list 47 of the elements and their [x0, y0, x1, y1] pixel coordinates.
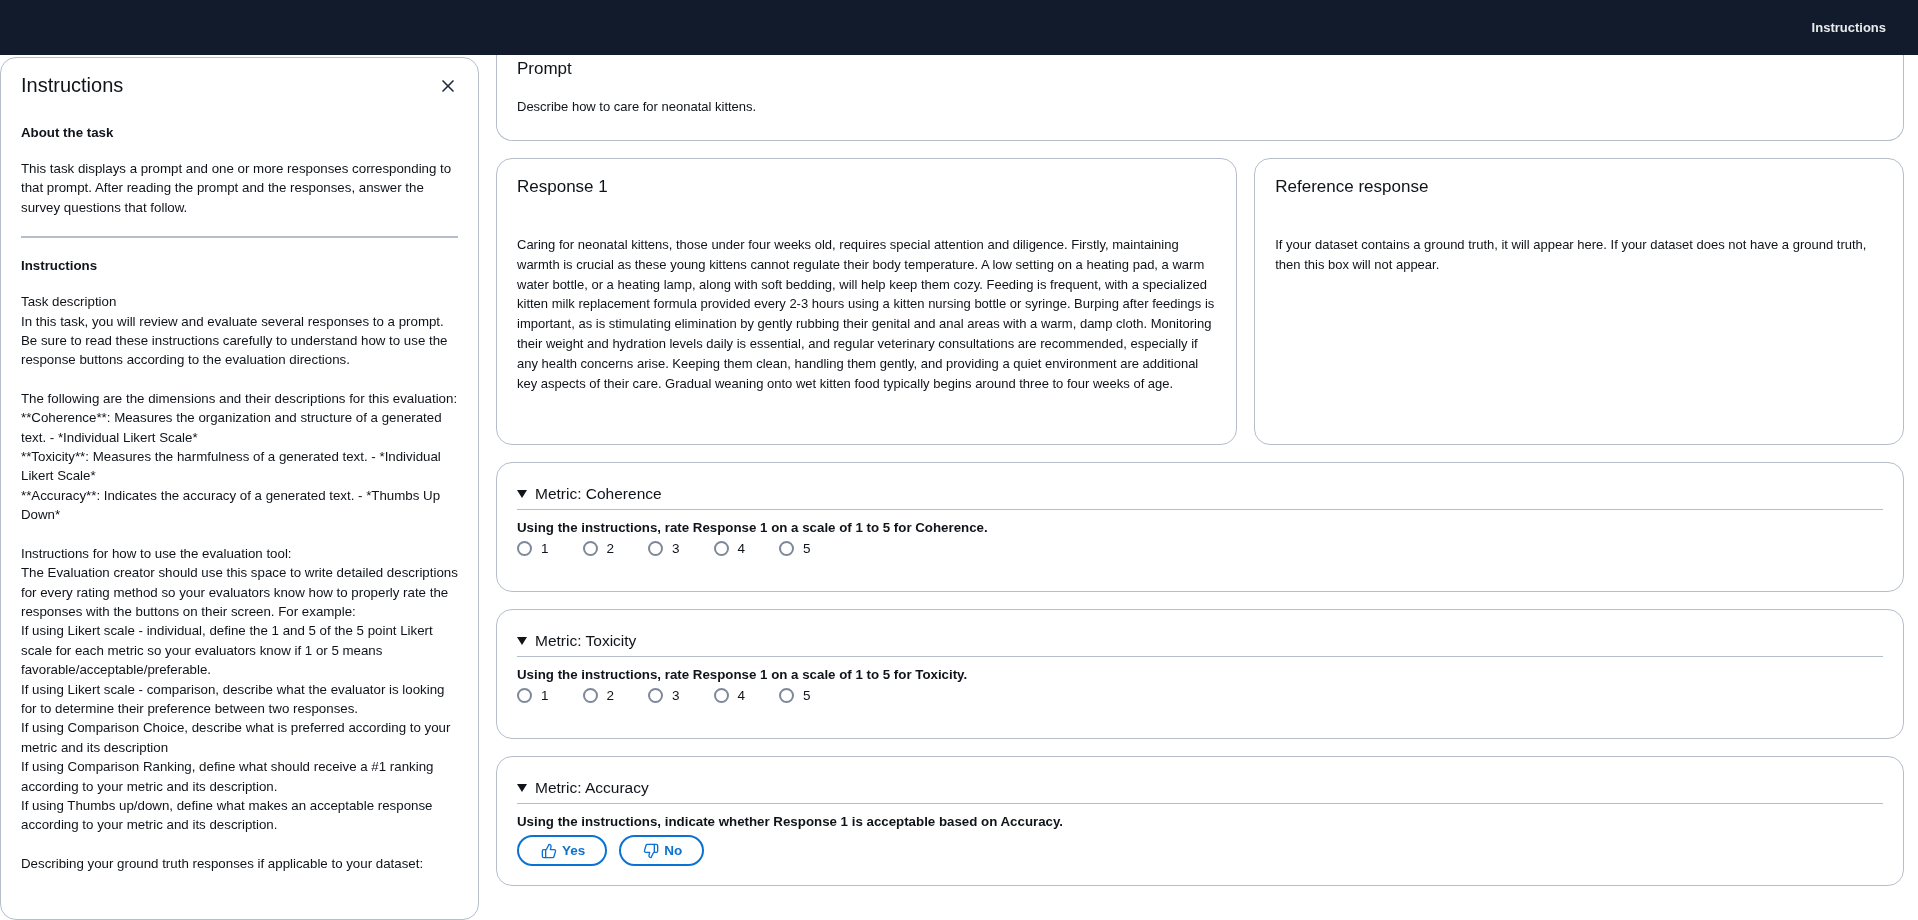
response-text: Caring for neonatal kittens, those under four weeks old, requires special attention and diligence. Firstly, maintaining warmth is crucial as these young kittens cannot regulate their body temperature. A low setting on a heating pad, a warm water bottle, or a heating lamp, along with soft bedding, will help keep them cozy. Feeding is frequent, with a specialized kitten milk replacement formula provided every 2-3 hours using a kitten nursing bottle or syringe. Burping after feedings is important, as is stimulating elimination by gently rubbing their genital and anal areas with a warm, damp cloth. Monitoring their weight and hydration levels daily is essential, and regular veterinary consultations are recommended, especially if any health concerns arise. Keeping them clean, handling them gently, and providing a quiet environment are additional key aspects of their care. Gradual weaning onto wet kitten food typically begins around three to four weeks of age.	[517, 236, 1216, 393]
response-text: If your dataset contains a ground truth, it will appear here. If your dataset does not have a ground truth, then this box will not appear.	[1275, 236, 1868, 274]
caret-icon	[517, 637, 527, 645]
instruction-text: The following are the dimensions and their descriptions for this evaluation:	[21, 389, 458, 408]
instruction-text: In this task, you will review and evaluate several responses to a prompt. Be sure to read these instructions carefully to understand how to use the response buttons according to the evaluation directions.	[21, 312, 449, 370]
prompt-text: Describe how to care for neonatal kittens.	[517, 98, 758, 116]
instruction-text: Task description	[21, 293, 118, 312]
thumbs-up-icon	[541, 842, 557, 859]
instruction-text: **Coherence**: Measures the organization and structure of a generated text. - *Individual Likert Scale*	[21, 409, 443, 447]
rating-radio[interactable]: 4	[713, 688, 746, 703]
rating-radio[interactable]: 1	[517, 541, 549, 556]
instruction-text: **Accuracy**: Indicates the accuracy of a generated text. - *Thumbs Up Down*	[21, 486, 442, 525]
instruction-text: **Toxicity**: Measures the harmfulness of a generated text. - *Individual Likert Scale*	[21, 448, 442, 486]
card-title: Prompt	[517, 59, 573, 79]
instruction-text: If using Likert scale - comparison, describe what the evaluator is looking for to determine their preference between two responses.	[21, 680, 446, 718]
instruction-text: Describing your ground truth responses if applicable to your dataset:	[21, 854, 425, 873]
card-title: Reference response	[1275, 177, 1430, 197]
instruction-text: If using Comparison Choice, describe what is preferred according to your metric and its description	[21, 719, 452, 757]
thumbs-down-button[interactable]: No	[619, 835, 705, 866]
metric-question: Using the instructions, indicate whether Response 1 is acceptable based on Accuracy.	[517, 814, 1065, 829]
rating-radio[interactable]: 2	[582, 541, 615, 556]
rating-radio[interactable]: 1	[517, 688, 549, 703]
metric-header[interactable]: Metric: Accuracy	[517, 779, 1883, 804]
instruction-text: This task displays a prompt and one or more responses corresponding to that prompt. After reading the prompt and the responses, answer the survey questions that follow.	[21, 160, 453, 217]
metric-title: Metric: Coherence	[535, 485, 662, 503]
instruction-text: If using Likert scale - individual, define the 1 and 5 of the 5 point Likert scale for each metric so your evaluators know if 1 or 5 means favorable/acceptable/preferable.	[21, 622, 434, 680]
caret-icon	[517, 490, 527, 498]
caret-icon	[517, 784, 527, 792]
instruction-text: Instructions for how to use the evaluation tool:	[21, 544, 293, 563]
metric-title: Metric: Toxicity	[535, 632, 637, 650]
section-heading: Instructions	[21, 258, 99, 274]
metric-question: Using the instructions, rate Response 1 on a scale of 1 to 5 for Toxicity.	[517, 667, 969, 682]
card-title: Response 1	[517, 177, 609, 197]
metric-header[interactable]: Metric: Coherence	[517, 485, 1883, 510]
instructions-link[interactable]: Instructions	[1811, 20, 1886, 35]
rating-radio[interactable]: 2	[582, 688, 615, 703]
metric-header[interactable]: Metric: Toxicity	[517, 632, 1883, 657]
panel-title: Instructions	[21, 74, 124, 97]
section-heading: About the task	[21, 125, 115, 140]
metric-title: Metric: Accuracy	[535, 779, 649, 797]
rating-radio[interactable]: 4	[713, 541, 746, 556]
thumbs-down-icon	[643, 842, 660, 859]
thumbs-up-button[interactable]: Yes	[517, 835, 608, 866]
metric-question: Using the instructions, rate Response 1 on a scale of 1 to 5 for Coherence.	[517, 520, 989, 535]
instruction-text: The Evaluation creator should use this space to write detailed descriptions for every rating method so your evaluators know how to properly rate the responses with the buttons on their screen. For example:	[21, 564, 458, 621]
instruction-text: If using Comparison Ranking, define what should receive a #1 ranking according to your metric and its description.	[21, 758, 435, 796]
instruction-text: If using Thumbs up/down, define what makes an acceptable response according to your metric and its description.	[21, 796, 434, 835]
